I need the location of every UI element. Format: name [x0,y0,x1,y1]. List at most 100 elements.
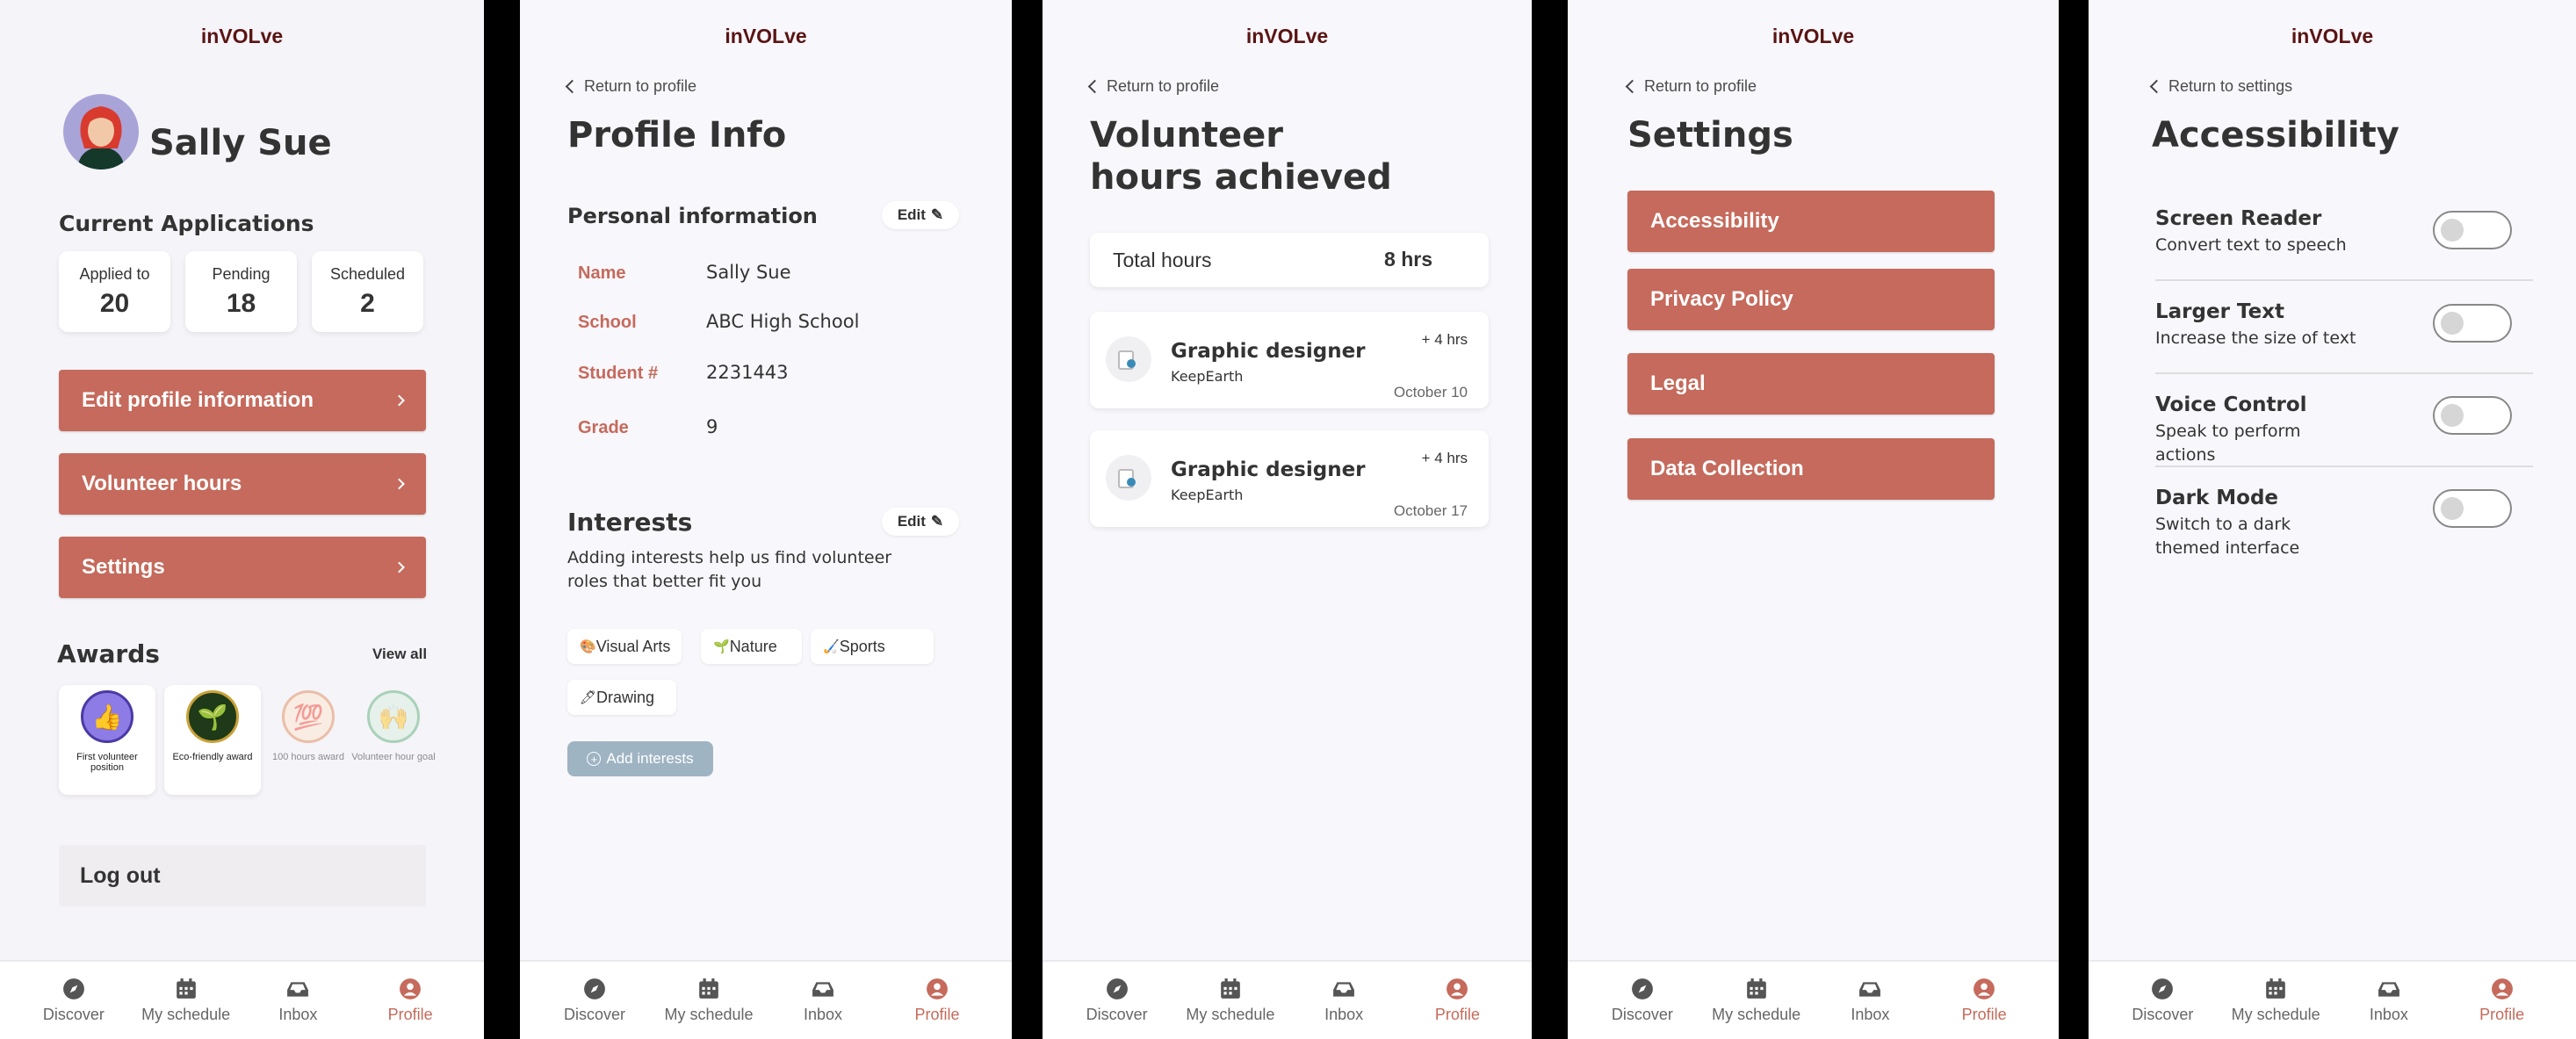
chevron-left-icon [1087,79,1102,94]
profile-screen: inVOLve Sally Sue Current Applications A… [0,0,484,1039]
award-name: Volunteer hour goal [351,752,436,762]
edit-personal-button[interactable]: Edit ✎ [882,201,959,229]
interest-chip[interactable]: 🌱 Nature [701,629,802,664]
interests-heading: Interests [567,508,693,537]
tab-my-schedule[interactable]: My schedule [133,978,239,1024]
logout-button[interactable]: Log out [59,845,426,906]
button-label: Privacy Policy [1650,287,1793,311]
entry-date: October 17 [1393,502,1468,519]
tab-profile[interactable]: Profile [1931,978,2037,1024]
divider [2155,372,2533,374]
logout-label: Log out [80,862,161,888]
stat-label: Applied to [79,265,150,283]
tab-profile[interactable]: Profile [1404,978,1510,1024]
tab-my-schedule[interactable]: My schedule [1704,978,1809,1024]
tab-label: Inbox [2369,1005,2408,1023]
edit-profile-button[interactable]: Edit profile information [59,370,426,431]
dark-mode-toggle[interactable] [2433,489,2512,528]
tab-discover[interactable]: Discover [1590,978,1695,1024]
tab-inbox[interactable]: Inbox [2336,978,2442,1024]
add-interests-button[interactable]: + Add interests [567,741,713,776]
entry-role: Graphic designer [1171,340,1366,363]
tab-label: My schedule [1186,1005,1275,1023]
edit-interests-button[interactable]: Edit ✎ [882,508,959,536]
hours-entry[interactable]: Graphic designer KeepEarth + 4 hrs Octob… [1090,312,1489,408]
interest-chip[interactable]: 🎨 Visual Arts [567,629,682,664]
larger-text-toggle[interactable] [2433,304,2512,343]
tab-label: Inbox [278,1005,318,1023]
tab-label: My schedule [2231,1005,2320,1023]
privacy-policy-button[interactable]: Privacy Policy [1627,269,1995,330]
back-link[interactable]: Return to settings [2149,77,2293,96]
settings-button[interactable]: Settings [59,537,426,598]
back-label: Return to settings [2168,77,2293,95]
accessibility-button[interactable]: Accessibility [1627,191,1995,252]
entry-icon [1106,455,1151,501]
award-first-volunteer[interactable]: 👍 First volunteer position [59,685,155,795]
tab-discover[interactable]: Discover [542,978,647,1024]
field-key: Student # [578,364,659,383]
volunteer-hours-screen: inVOLve Return to profile Volunteer hour… [1043,0,1532,1039]
field-value: Sally Sue [706,262,791,283]
page-title: Volunteer hours achieved [1090,114,1392,198]
compass-icon [1631,978,1653,999]
screen-reader-toggle[interactable] [2433,211,2512,249]
page-title: Accessibility [2152,115,2399,155]
tab-discover[interactable]: Discover [21,978,126,1024]
entry-icon [1106,336,1151,382]
back-link[interactable]: Return to profile [1625,77,1757,96]
interest-chip[interactable]: 🏑 Sports [811,629,934,664]
view-all-link[interactable]: View all [372,646,427,663]
interest-chip[interactable]: 🖊 Drawing [567,680,676,715]
legal-button[interactable]: Legal [1627,353,1995,415]
back-label: Return to profile [584,77,697,95]
award-hour-goal[interactable]: 🙌 Volunteer hour goal [345,685,442,795]
tab-discover[interactable]: Discover [2110,978,2215,1024]
tab-inbox[interactable]: Inbox [770,978,876,1024]
avatar [63,94,139,170]
app-title: inVOLve [1245,25,1329,47]
seedling-icon: 🌱 [186,690,239,743]
tab-label: Discover [563,1005,625,1023]
tab-profile[interactable]: Profile [2450,978,2555,1024]
award-name: First volunteer position [76,752,138,774]
calendar-icon [699,978,718,999]
back-link[interactable]: Return to profile [1087,77,1219,96]
tab-label: My schedule [1712,1005,1801,1023]
data-collection-button[interactable]: Data Collection [1627,438,1995,500]
tab-my-schedule[interactable]: My schedule [1178,978,1283,1024]
calendar-icon [2266,978,2285,999]
user-icon [400,978,422,999]
tab-my-schedule[interactable]: My schedule [656,978,761,1024]
voice-control-toggle[interactable] [2433,396,2512,435]
tab-label: Discover [2132,1005,2194,1023]
back-link[interactable]: Return to profile [565,77,697,96]
toggle-knob [2441,404,2464,427]
tab-my-schedule[interactable]: My schedule [2223,978,2328,1024]
entry-date: October 10 [1393,384,1468,400]
hours-entry[interactable]: Graphic designer KeepEarth + 4 hrs Octob… [1090,430,1489,527]
tab-inbox[interactable]: Inbox [1291,978,1396,1024]
back-label: Return to profile [1644,77,1757,95]
stat-value: 2 [360,289,375,318]
tab-inbox[interactable]: Inbox [1817,978,1923,1024]
field-value: 9 [706,416,718,437]
volunteer-hours-button[interactable]: Volunteer hours [59,453,426,515]
tab-bar: Discover My schedule Inbox Profile [1043,960,1532,1039]
compass-icon [2152,978,2174,999]
total-hours-card: Total hours 8 hrs [1090,233,1489,287]
award-100-hours[interactable]: 💯 100 hours award [260,685,357,795]
chevron-right-icon [393,478,405,490]
stat-label: Pending [212,265,271,283]
tab-label: Profile [387,1005,433,1023]
tab-label: My schedule [141,1005,231,1023]
tab-inbox[interactable]: Inbox [245,978,350,1024]
tab-profile[interactable]: Profile [884,978,990,1024]
field-key: Grade [578,418,629,437]
awards-heading: Awards [57,639,160,668]
button-label: Accessibility [1650,209,1779,233]
tab-discover[interactable]: Discover [1064,978,1170,1024]
tab-profile[interactable]: Profile [357,978,463,1024]
tab-bar: Discover My schedule Inbox Profile [520,960,1012,1039]
award-eco-friendly[interactable]: 🌱 Eco-friendly award [164,685,261,795]
